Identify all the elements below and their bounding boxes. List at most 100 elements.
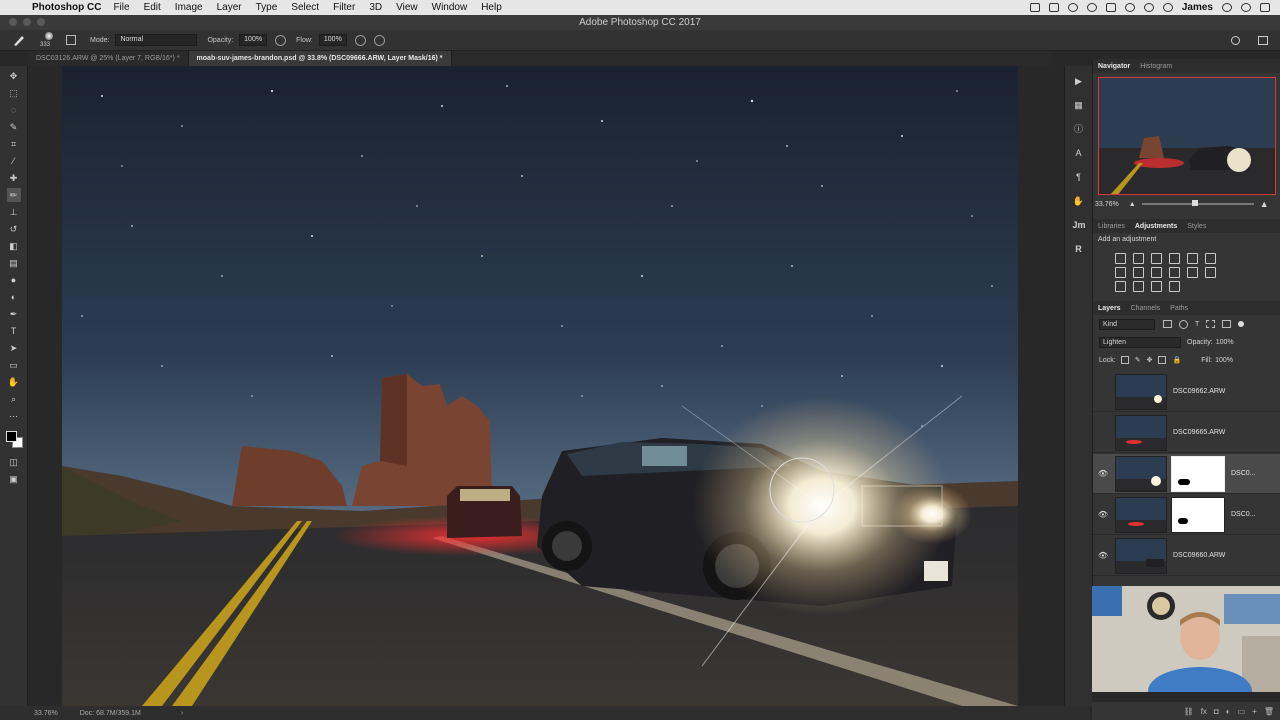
lock-artboard-icon[interactable]	[1158, 356, 1167, 364]
document-image[interactable]	[62, 66, 1018, 706]
eye-icon[interactable]: 👁	[1093, 469, 1113, 478]
lock-transparency-icon[interactable]	[1120, 356, 1129, 364]
zoom-out-icon[interactable]: ▲	[1129, 201, 1136, 208]
tab-layers[interactable]: Layers	[1093, 305, 1126, 312]
screen-mode-icon[interactable]: ▣	[7, 472, 21, 486]
mode-select[interactable]: Normal	[115, 34, 198, 46]
dodge-tool-icon[interactable]: ◐	[7, 290, 21, 304]
tab-histogram[interactable]: Histogram	[1135, 63, 1177, 70]
more-tools-icon[interactable]: ⋯	[7, 409, 21, 423]
gradient-tool-icon[interactable]: ▤	[7, 256, 21, 270]
tab-libraries[interactable]: Libraries	[1093, 223, 1130, 230]
history-brush-tool-icon[interactable]: ↺	[7, 222, 21, 236]
delete-layer-icon[interactable]: 🗑	[1264, 707, 1274, 716]
tab-navigator[interactable]: Navigator	[1093, 63, 1135, 70]
swatches-icon[interactable]: ▦	[1073, 99, 1085, 111]
lock-all-icon[interactable]: 🔒	[1172, 356, 1181, 364]
navigator-zoom-slider[interactable]	[1141, 200, 1254, 206]
plugin-jm-icon[interactable]: Jm	[1073, 219, 1086, 231]
paragraph-icon[interactable]: ¶	[1073, 171, 1085, 183]
menu-select[interactable]: Select	[291, 2, 319, 13]
threshold-icon[interactable]	[1133, 281, 1144, 292]
tab-adjustments[interactable]: Adjustments	[1130, 223, 1182, 230]
filter-pixel-icon[interactable]	[1163, 320, 1172, 328]
layer-name[interactable]: DSC0...	[1231, 511, 1256, 518]
layer-row-selected[interactable]: 👁 DSC0...	[1093, 454, 1280, 494]
hue-saturation-icon[interactable]	[1205, 253, 1216, 264]
display-icon[interactable]	[1048, 3, 1059, 12]
new-group-icon[interactable]: ▭	[1238, 707, 1246, 716]
menu-window[interactable]: Window	[432, 2, 468, 13]
filter-smart-object-icon[interactable]	[1222, 320, 1232, 328]
search-icon[interactable]	[1231, 35, 1240, 45]
battery-icon[interactable]	[1105, 3, 1116, 12]
bluetooth-icon[interactable]	[1143, 3, 1154, 12]
filter-toggle-icon[interactable]	[1238, 321, 1245, 327]
zoom-level[interactable]: 33.76%	[34, 710, 58, 717]
layer-name[interactable]: DSC09665.ARW	[1173, 429, 1225, 436]
zoom-tool-icon[interactable]: ⌕	[7, 392, 21, 406]
tab-paths[interactable]: Paths	[1165, 305, 1193, 312]
menu-type[interactable]: Type	[256, 2, 278, 13]
marquee-tool-icon[interactable]: ⬚	[7, 86, 21, 100]
brightness-contrast-icon[interactable]	[1115, 253, 1126, 264]
workspace-switcher-icon[interactable]	[1258, 35, 1268, 45]
vibrance-icon[interactable]	[1187, 253, 1198, 264]
layer-row[interactable]: DSC09665.ARW	[1093, 413, 1280, 453]
color-swatches[interactable]	[4, 429, 24, 449]
info-icon[interactable]: ⓘ	[1073, 123, 1085, 135]
menu-image[interactable]: Image	[175, 2, 203, 13]
color-balance-icon[interactable]	[1115, 267, 1126, 278]
layer-row[interactable]: DSC09662.ARW	[1093, 372, 1280, 412]
close-window-button[interactable]	[9, 18, 17, 26]
menu-3d[interactable]: 3D	[369, 2, 382, 13]
path-select-tool-icon[interactable]: ➤	[7, 341, 21, 355]
brush-panel-toggle-icon[interactable]	[66, 35, 76, 45]
layer-name[interactable]: DSC09662.ARW	[1173, 388, 1225, 395]
siri-icon[interactable]	[1241, 3, 1251, 12]
add-mask-icon[interactable]: ◘	[1214, 707, 1219, 716]
zoom-in-icon[interactable]: ▲	[1260, 199, 1269, 209]
gradient-map-icon[interactable]	[1151, 281, 1162, 292]
creative-cloud-icon[interactable]	[1067, 3, 1078, 12]
menu-edit[interactable]: Edit	[144, 2, 161, 13]
tab-moab-suv[interactable]: moab-suv-james-brandon.psd @ 33.8% (DSC0…	[188, 51, 452, 66]
filter-shape-icon[interactable]	[1206, 320, 1216, 328]
black-white-icon[interactable]	[1133, 267, 1144, 278]
new-layer-icon[interactable]: +	[1252, 707, 1257, 716]
quick-mask-icon[interactable]: ◫	[7, 455, 21, 469]
navigator-zoom-value[interactable]: 33.76%	[1095, 201, 1119, 208]
levels-icon[interactable]	[1133, 253, 1144, 264]
layer-row[interactable]: 👁 DSC0...	[1093, 495, 1280, 535]
invert-icon[interactable]	[1205, 267, 1216, 278]
eye-icon[interactable]: 👁	[1093, 510, 1113, 519]
menu-help[interactable]: Help	[481, 2, 502, 13]
type-tool-icon[interactable]: T	[7, 324, 21, 338]
wifi-icon[interactable]	[1162, 3, 1173, 12]
eyedropper-tool-icon[interactable]: ⁄	[7, 154, 21, 168]
quick-select-tool-icon[interactable]: ✎	[7, 120, 21, 134]
layer-mask-thumbnail[interactable]	[1171, 455, 1225, 492]
foreground-color-swatch[interactable]	[5, 431, 17, 442]
exposure-icon[interactable]	[1169, 253, 1180, 264]
hand-tool-icon[interactable]: ✋	[7, 375, 21, 389]
pen-tool-icon[interactable]: ✒	[7, 307, 21, 321]
eye-icon[interactable]: 👁	[1093, 551, 1113, 560]
lock-pixels-icon[interactable]: ✎	[1135, 356, 1141, 364]
move-tool-icon[interactable]: ✥	[7, 69, 21, 83]
crop-tool-icon[interactable]: ⌗	[7, 137, 21, 151]
lock-position-icon[interactable]: ✥	[1147, 356, 1153, 364]
layer-mask-thumbnail[interactable]	[1171, 496, 1225, 533]
curves-icon[interactable]	[1151, 253, 1162, 264]
screen-icon[interactable]	[1029, 3, 1040, 12]
brush-tool-preset-icon[interactable]	[10, 32, 30, 48]
layer-name[interactable]: DSC09660.ARW	[1173, 552, 1225, 559]
minimize-window-button[interactable]	[23, 18, 31, 26]
menu-layer[interactable]: Layer	[217, 2, 242, 13]
layer-opacity-value[interactable]: 100%	[1216, 339, 1234, 346]
tab-channels[interactable]: Channels	[1126, 305, 1166, 312]
selective-color-icon[interactable]	[1169, 281, 1180, 292]
eraser-tool-icon[interactable]: ◧	[7, 239, 21, 253]
navigator-thumbnail[interactable]	[1098, 77, 1276, 195]
filter-kind-select[interactable]: Kind	[1099, 318, 1155, 330]
